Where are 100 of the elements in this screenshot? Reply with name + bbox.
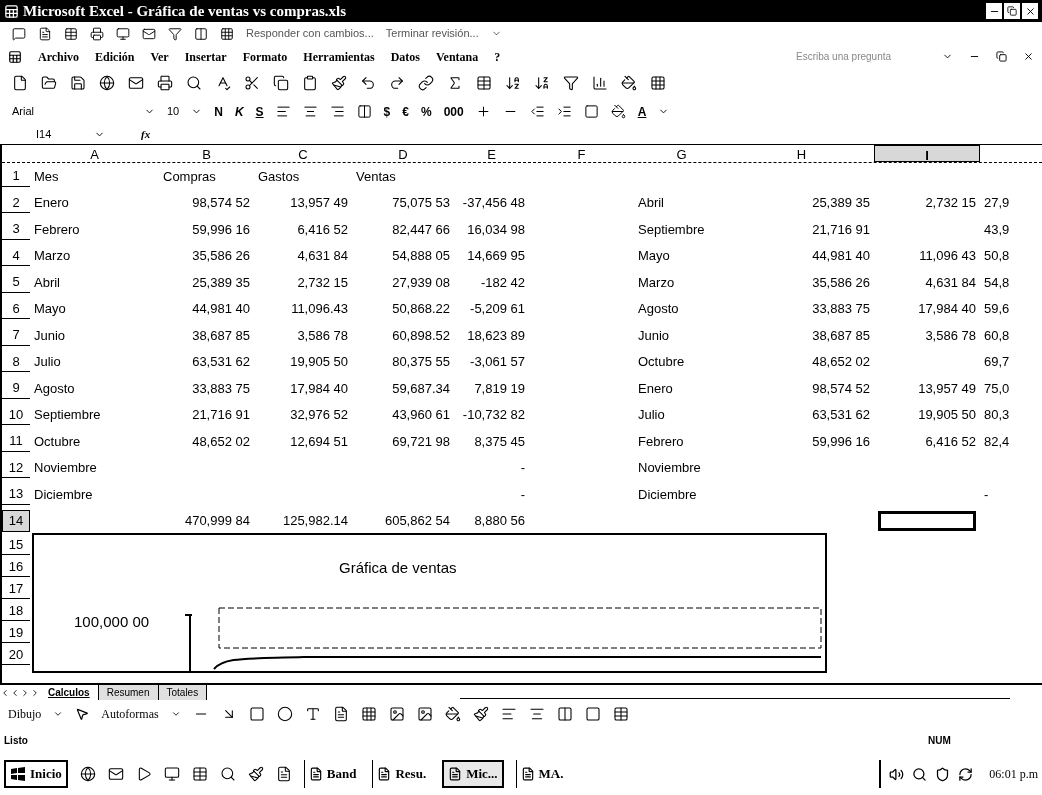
new-file-icon[interactable]	[12, 75, 28, 91]
comment-icon[interactable]	[12, 26, 26, 41]
grid-icon[interactable]	[220, 26, 234, 41]
printer-icon[interactable]	[90, 26, 104, 41]
font-name-box[interactable]: Arial	[12, 103, 132, 120]
fill-color-icon[interactable]	[444, 706, 461, 722]
save-icon[interactable]	[70, 75, 86, 91]
search-icon[interactable]	[219, 766, 236, 782]
menu-item[interactable]: Edición	[95, 47, 135, 66]
scissors-icon[interactable]	[244, 75, 260, 91]
last-sheet-icon[interactable]	[30, 687, 40, 698]
filter-icon[interactable]	[168, 26, 182, 41]
globe-icon[interactable]	[99, 75, 115, 91]
pointer-icon[interactable]	[75, 707, 90, 721]
refresh-icon[interactable]	[958, 766, 974, 782]
menu-item[interactable]: Insertar	[184, 47, 227, 66]
taskbar-button[interactable]: Mic...	[442, 760, 504, 788]
previous-sheet-icon[interactable]	[10, 687, 20, 698]
table-icon[interactable]	[476, 75, 492, 91]
search-icon[interactable]	[912, 766, 928, 782]
fill-color-icon[interactable]	[610, 104, 626, 119]
menu-item[interactable]: Ventana	[436, 47, 479, 66]
row-header[interactable]: 6	[2, 298, 30, 319]
help-question-field[interactable]: Escriba una pregunta	[796, 49, 926, 64]
browser-icon[interactable]	[79, 766, 96, 782]
menu-item[interactable]: Archivo	[38, 47, 80, 66]
close-icon[interactable]	[1023, 51, 1034, 62]
first-sheet-icon[interactable]	[0, 687, 10, 698]
restore-button[interactable]	[1004, 3, 1020, 19]
row-header[interactable]: 1	[2, 166, 30, 187]
copy-icon[interactable]	[273, 75, 289, 91]
paintbrush-icon[interactable]	[247, 766, 264, 782]
sort-descending-icon[interactable]	[534, 75, 550, 91]
shield-icon[interactable]	[935, 766, 951, 782]
menu-item[interactable]: Datos	[390, 47, 420, 66]
column-header[interactable]: C	[254, 145, 352, 162]
number-format-button[interactable]: €	[402, 102, 409, 121]
column-header[interactable]: I	[874, 145, 980, 162]
increase-indent-icon[interactable]	[556, 104, 572, 119]
menu-item[interactable]: Herramientas	[303, 47, 375, 66]
row-header[interactable]: 3	[2, 219, 30, 240]
row-header[interactable]: 2	[2, 192, 30, 213]
dropdown-icon[interactable]	[53, 709, 64, 719]
sheet-tab[interactable]: Resumen	[98, 685, 159, 700]
decrease-indent-icon[interactable]	[529, 104, 545, 119]
mail-icon[interactable]	[107, 766, 124, 782]
row-header[interactable]: 9	[2, 378, 30, 399]
column-header[interactable]: D	[352, 145, 454, 162]
row-header[interactable]: 16	[2, 556, 30, 578]
chart-area[interactable]: Gráfica de ventas 100,000 00	[32, 533, 827, 673]
columns-icon[interactable]	[194, 26, 208, 41]
bar-chart-icon[interactable]	[592, 75, 608, 91]
reply-with-changes-button[interactable]: Responder con cambios...	[246, 25, 374, 42]
row-header[interactable]: 7	[2, 325, 30, 346]
row-header[interactable]: 15	[2, 534, 30, 556]
row-header[interactable]: 10	[2, 404, 30, 425]
borders-icon[interactable]	[583, 104, 599, 119]
font-size-box[interactable]: 10	[167, 103, 180, 120]
rectangle-icon[interactable]	[248, 706, 265, 722]
align-center-icon[interactable]	[302, 104, 318, 119]
dropdown-icon[interactable]	[170, 709, 181, 719]
name-box[interactable]: I14	[12, 126, 82, 143]
end-review-button[interactable]: Terminar revisión...	[385, 25, 479, 42]
column-header[interactable]: B	[159, 145, 254, 162]
number-format-button[interactable]: %	[421, 102, 432, 121]
printer-icon[interactable]	[157, 75, 173, 91]
italic-button[interactable]: K	[234, 102, 244, 121]
speaker-icon[interactable]	[889, 766, 905, 782]
menu-item[interactable]: Ver	[150, 47, 169, 66]
row-header[interactable]: 8	[2, 351, 30, 372]
menu-item[interactable]: ?	[494, 47, 501, 66]
next-sheet-icon[interactable]	[20, 687, 30, 698]
sort-ascending-icon[interactable]	[505, 75, 521, 91]
mail-icon[interactable]	[142, 26, 156, 41]
column-header[interactable]: G	[634, 145, 729, 162]
start-button[interactable]: Inicio	[4, 760, 68, 788]
row-header[interactable]: 19	[2, 622, 30, 644]
paintbrush-icon[interactable]	[331, 75, 347, 91]
picture-icon[interactable]	[416, 706, 433, 722]
link-icon[interactable]	[418, 75, 434, 91]
row-header[interactable]: 13	[2, 484, 30, 505]
row-header[interactable]: 20	[2, 644, 30, 666]
column-header[interactable]: A	[30, 145, 159, 162]
filter-icon[interactable]	[563, 75, 579, 91]
autoshapes-menu-button[interactable]: Autoformas	[101, 705, 159, 723]
row-header[interactable]: 11	[2, 431, 30, 452]
row-header[interactable]: 4	[2, 245, 30, 266]
column-header[interactable]: E	[454, 145, 529, 162]
taskbar-button[interactable]: MA.	[515, 760, 568, 788]
taskbar-button[interactable]: Resu.	[372, 760, 431, 788]
row-header[interactable]: 14	[2, 510, 30, 532]
document-icon[interactable]	[275, 766, 292, 782]
menu-item[interactable]: Formato	[242, 47, 288, 66]
table-icon[interactable]	[64, 26, 78, 41]
redo-icon[interactable]	[389, 75, 405, 91]
document-icon[interactable]	[38, 26, 52, 41]
monitor-icon[interactable]	[116, 26, 130, 41]
sigma-icon[interactable]	[447, 75, 463, 91]
row-header[interactable]: 5	[2, 272, 30, 293]
underline-button[interactable]: S	[255, 102, 264, 121]
